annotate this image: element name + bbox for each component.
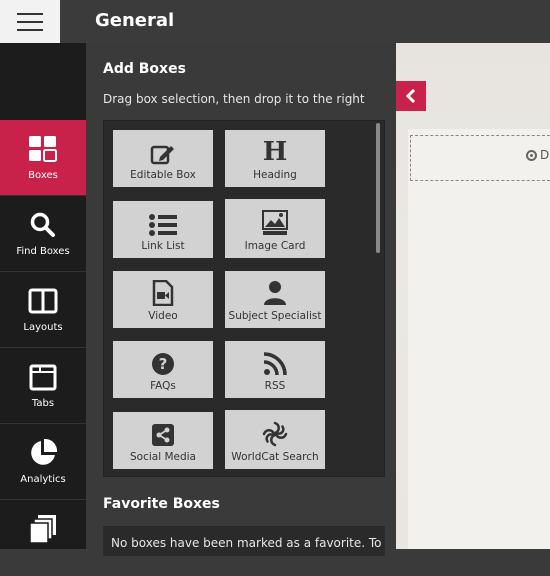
menu-button[interactable] [0,0,60,43]
drop-zone-label: D [526,148,549,162]
panel-subtitle: Drag box selection, then drop it to the … [103,92,365,106]
boxes-icon [28,134,58,164]
page-canvas: D [396,43,550,549]
tabs-icon [29,362,57,392]
panel-title: Add Boxes [103,61,186,77]
tile-subject-specialist[interactable]: Subject Specialist [225,271,325,328]
tile-link-list[interactable]: Link List [113,201,213,258]
grid-scrollbar[interactable] [376,123,380,253]
rss-icon [263,350,287,376]
add-boxes-panel: Add Boxes Drag box selection, then drop … [86,43,396,556]
tile-label: Heading [253,169,297,181]
image-icon [262,210,288,236]
copy-icon [29,514,57,544]
box-type-grid: Editable Box H Heading Link List Image C… [103,120,385,477]
video-icon [152,280,174,306]
favorites-title: Favorite Boxes [103,496,220,512]
top-header: General [0,0,550,43]
heading-icon: H [262,137,288,167]
rail-item-label: Analytics [20,474,66,485]
tile-label: RSS [264,380,286,392]
tile-heading[interactable]: H Heading [225,130,325,187]
tile-image-card[interactable]: Image Card [225,199,325,258]
pie-chart-icon [28,438,58,468]
tile-label: Image Card [244,240,306,252]
user-icon [263,280,287,306]
question-icon: ? [151,350,175,376]
rail-item-find-boxes[interactable]: Find Boxes [0,196,86,272]
target-icon [526,149,537,161]
favorites-list: No boxes have been marked as a favorite.… [103,526,385,556]
rail-item-tabs[interactable]: Tabs [0,348,86,424]
tile-worldcat-search[interactable]: WorldCat Search [225,410,325,469]
page-sheet [408,129,550,549]
rail-item-label: Layouts [23,322,63,333]
tile-label: Subject Specialist [228,310,322,322]
rail-item-label: Boxes [28,170,58,181]
tile-label: Video [148,310,178,322]
rail-item-label: Find Boxes [16,246,70,257]
rail-item-analytics[interactable]: Analytics [0,424,86,500]
tile-faqs[interactable]: ? FAQs [113,341,213,398]
tile-label: WorldCat Search [231,451,319,463]
layouts-icon [28,286,58,316]
hamburger-icon [17,12,43,31]
rail-item-boxes[interactable]: Boxes [0,120,86,196]
tile-editable-box[interactable]: Editable Box [113,130,213,187]
rail-item-label: Tabs [31,398,55,409]
side-rail: Boxes Find Boxes Layouts Tabs Analytics [0,43,86,549]
worldcat-icon [262,421,288,447]
svg-text:?: ? [159,355,168,373]
tile-label: FAQs [150,380,176,392]
edit-icon [150,139,176,165]
search-icon [30,210,56,240]
drop-zone-text: D [540,148,550,162]
rail-item-layouts[interactable]: Layouts [0,272,86,348]
share-icon [151,421,175,447]
tile-video[interactable]: Video [113,271,213,328]
favorites-empty-text: No boxes have been marked as a favorite.… [111,536,382,550]
page-title: General [95,10,175,31]
tile-label: Editable Box [130,169,196,181]
chevron-left-icon [405,89,416,103]
tile-label: Social Media [129,451,196,463]
list-icon [148,210,178,236]
collapse-panel-button[interactable] [396,81,426,111]
tile-social-media[interactable]: Social Media [113,412,213,469]
rail-item-copy[interactable] [0,500,86,576]
tile-rss[interactable]: RSS [225,341,325,398]
tile-label: Link List [141,240,185,252]
